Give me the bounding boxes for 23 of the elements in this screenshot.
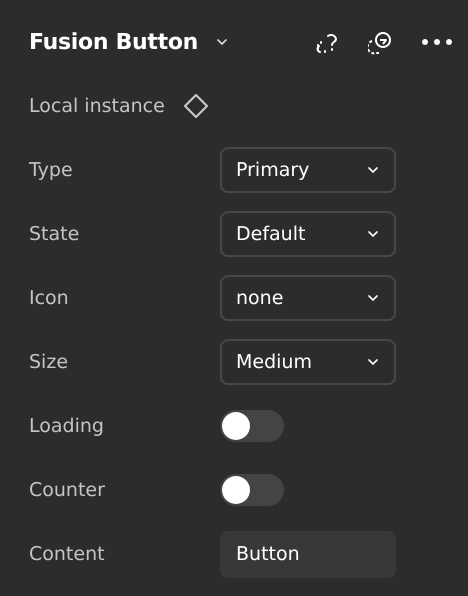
property-label: Content [29, 543, 106, 565]
property-dropdown[interactable]: none [220, 275, 396, 321]
toggle-switch[interactable] [220, 474, 284, 506]
component-instance-icon [182, 93, 209, 119]
text-field[interactable]: Button [220, 530, 396, 578]
property-label: Loading [29, 415, 105, 437]
component-title: Fusion Button [29, 30, 198, 54]
property-dropdown[interactable]: Primary [220, 147, 396, 193]
property-label: Type [29, 159, 74, 181]
chevron-down-icon [368, 231, 378, 237]
toggle-switch[interactable] [220, 410, 284, 442]
property-label: State [29, 223, 80, 245]
property-label: Size [29, 351, 70, 373]
instance-label: Local instance [29, 95, 165, 117]
property-dropdown[interactable]: Medium [220, 339, 396, 385]
chevron-down-icon [368, 295, 378, 301]
chevron-down-icon [368, 359, 378, 365]
chevron-down-icon[interactable] [216, 38, 228, 46]
property-label: Icon [29, 287, 70, 309]
chevron-down-icon [368, 167, 378, 173]
more-options-icon[interactable] [422, 39, 452, 45]
property-label: Counter [29, 479, 106, 501]
property-dropdown[interactable]: Default [220, 211, 396, 257]
